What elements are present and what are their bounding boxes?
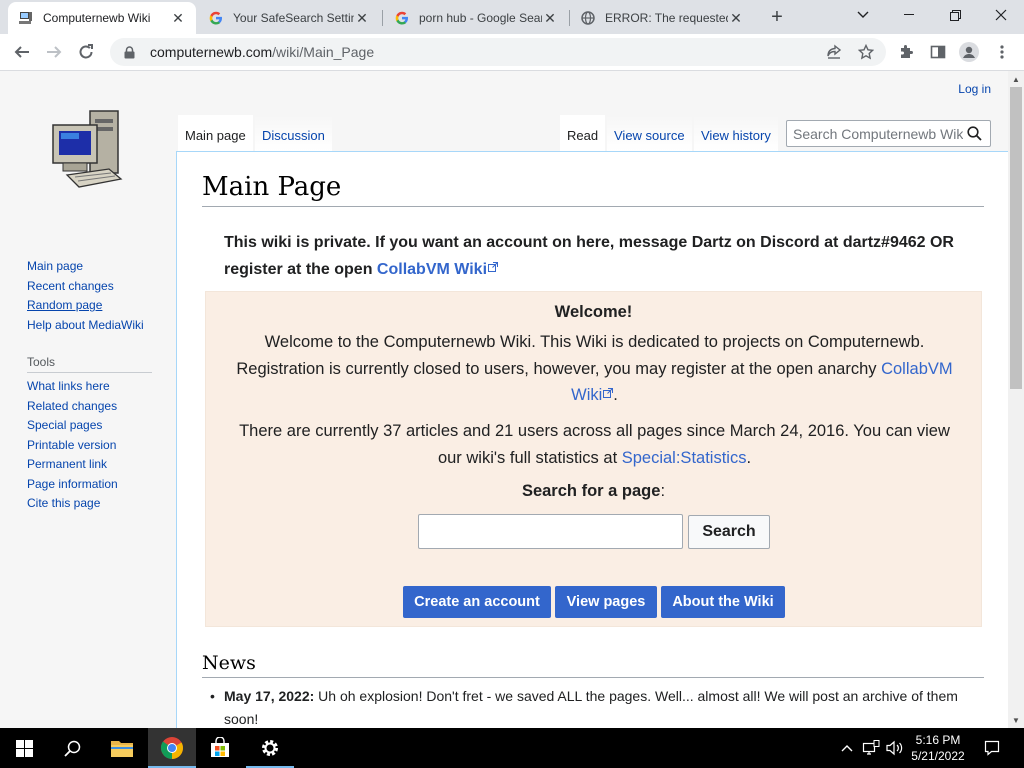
sidebar-item-special-pages[interactable]: Special pages (27, 416, 157, 436)
close-tab-icon[interactable]: ✕ (728, 10, 744, 26)
scroll-up-arrow-icon[interactable]: ▲ (1008, 71, 1024, 87)
sidebar-item-what-links-here[interactable]: What links here (27, 377, 157, 397)
tray-chevron-up-icon[interactable] (838, 728, 856, 768)
google-favicon-icon (208, 10, 224, 26)
google-favicon-icon (394, 10, 410, 26)
view-pages-button[interactable]: View pages (555, 586, 657, 618)
welcome-heading: Welcome! (554, 303, 633, 321)
browser-tab-strip: Computernewb Wiki ✕ Your SafeSearch Sett… (0, 0, 1024, 34)
notifications-icon[interactable] (980, 728, 1004, 768)
new-tab-icon[interactable]: + (765, 5, 789, 29)
tab-main-page[interactable]: Main page (178, 115, 253, 151)
close-tab-icon[interactable]: ✕ (170, 10, 186, 26)
sidebar: Main page Recent changes Random page Hel… (27, 257, 157, 514)
statistics-paragraph: There are currently 37 articles and 21 u… (239, 422, 950, 467)
chrome-taskbar-icon[interactable] (148, 728, 196, 768)
side-panel-icon[interactable] (927, 41, 949, 63)
external-link-icon (603, 388, 614, 398)
welcome-box: Welcome! Welcome to the Computernewb Wik… (205, 291, 982, 627)
windows-start-icon[interactable] (0, 728, 48, 768)
page-search-field[interactable] (418, 514, 683, 549)
profile-avatar-icon[interactable] (958, 41, 980, 63)
back-icon[interactable] (9, 39, 35, 65)
wiki-search-box (786, 120, 991, 147)
browser-toolbar: computernewb.com/wiki/Main_Page (0, 34, 1024, 71)
sidebar-item-page-information[interactable]: Page information (27, 475, 157, 495)
taskbar-clock[interactable]: 5:16 PM 5/21/2022 (905, 732, 971, 764)
search-button[interactable]: Search (688, 515, 770, 549)
forward-icon[interactable] (41, 39, 67, 65)
tab-separator (382, 10, 383, 26)
sidebar-item-recent-changes[interactable]: Recent changes (27, 277, 157, 297)
tab-title: porn hub - Google Search (419, 11, 542, 25)
globe-favicon-icon (580, 10, 596, 26)
sidebar-item-help[interactable]: Help about MediaWiki (27, 316, 157, 336)
welcome-paragraph: Welcome to the Computernewb Wiki. This W… (236, 333, 953, 404)
search-icon[interactable] (963, 123, 985, 145)
bookmark-star-icon[interactable] (855, 41, 877, 63)
lock-icon[interactable] (122, 45, 136, 59)
clock-time: 5:16 PM (915, 733, 961, 747)
network-icon[interactable] (860, 728, 882, 768)
microsoft-store-icon[interactable] (196, 728, 244, 768)
clock-date: 5/21/2022 (911, 749, 965, 763)
file-explorer-icon[interactable] (98, 728, 146, 768)
news-heading: News (202, 652, 984, 678)
sidebar-item-permanent-link[interactable]: Permanent link (27, 455, 157, 475)
log-in-link[interactable]: Log in (958, 82, 991, 96)
minimize-icon[interactable] (886, 0, 932, 30)
computer-favicon-icon (18, 10, 34, 26)
sidebar-item-printable-version[interactable]: Printable version (27, 436, 157, 456)
taskbar-search-icon[interactable] (48, 728, 96, 768)
tab-read[interactable]: Read (560, 115, 606, 151)
page-title: Main Page (202, 172, 984, 207)
windows-taskbar: 5:16 PM 5/21/2022 (0, 728, 1024, 768)
tab-view-source[interactable]: View source (607, 115, 692, 151)
extensions-icon[interactable] (895, 41, 917, 63)
wiki-page: Log in Main page Recent changes Random p… (0, 71, 1008, 728)
tab-title: Your SafeSearch Settings (233, 11, 354, 25)
tab-title: ERROR: The requested URL (605, 11, 728, 25)
tab-search-chevron-icon[interactable] (840, 0, 886, 30)
close-window-icon[interactable] (978, 0, 1024, 30)
about-wiki-button[interactable]: About the Wiki (661, 586, 785, 618)
address-bar[interactable]: computernewb.com/wiki/Main_Page (110, 38, 886, 66)
browser-tab-google-search[interactable]: porn hub - Google Search ✕ (384, 2, 568, 34)
wiki-search-input[interactable] (793, 125, 963, 142)
tab-discussion[interactable]: Discussion (255, 115, 332, 151)
news-item: May 17, 2022: Uh oh explosion! Don't fre… (210, 685, 984, 728)
sidebar-item-random-page[interactable]: Random page (27, 296, 157, 316)
content-area: Main Page This wiki is private. If you w… (176, 151, 1008, 728)
external-link-icon (488, 262, 499, 272)
page-scrollbar[interactable]: ▲ ▼ (1008, 71, 1024, 728)
volume-icon[interactable] (884, 728, 906, 768)
tab-title: Computernewb Wiki (43, 11, 151, 25)
tab-view-history[interactable]: View history (694, 115, 778, 151)
create-account-button[interactable]: Create an account (403, 586, 551, 618)
browser-tab-error[interactable]: ERROR: The requested URL ✕ (570, 2, 754, 34)
collabvm-wiki-link[interactable]: CollabVM Wiki (377, 261, 487, 278)
scroll-down-arrow-icon[interactable]: ▼ (1008, 712, 1024, 728)
sidebar-item-cite-this-page[interactable]: Cite this page (27, 494, 157, 514)
restore-icon[interactable] (932, 0, 978, 30)
search-for-page-label: Search for a page: (521, 482, 666, 500)
sidebar-item-main-page[interactable]: Main page (27, 257, 157, 277)
private-wiki-notice: This wiki is private. If you want an acc… (224, 234, 954, 278)
special-statistics-link[interactable]: Special:Statistics (622, 449, 747, 467)
computernewb-logo[interactable] (45, 103, 133, 195)
scrollbar-thumb[interactable] (1010, 87, 1022, 389)
close-tab-icon[interactable]: ✕ (354, 10, 370, 26)
share-icon[interactable] (823, 41, 845, 63)
settings-gear-icon[interactable] (246, 728, 294, 768)
sidebar-tools-header: Tools (27, 355, 152, 373)
browser-tab-safesearch[interactable]: Your SafeSearch Settings ✕ (198, 2, 380, 34)
close-tab-icon[interactable]: ✕ (542, 10, 558, 26)
browser-tab-computernewb[interactable]: Computernewb Wiki ✕ (8, 2, 196, 34)
url-text: computernewb.com/wiki/Main_Page (150, 44, 375, 60)
sidebar-item-related-changes[interactable]: Related changes (27, 397, 157, 417)
menu-kebab-icon[interactable] (991, 41, 1013, 63)
reload-icon[interactable] (73, 39, 99, 65)
